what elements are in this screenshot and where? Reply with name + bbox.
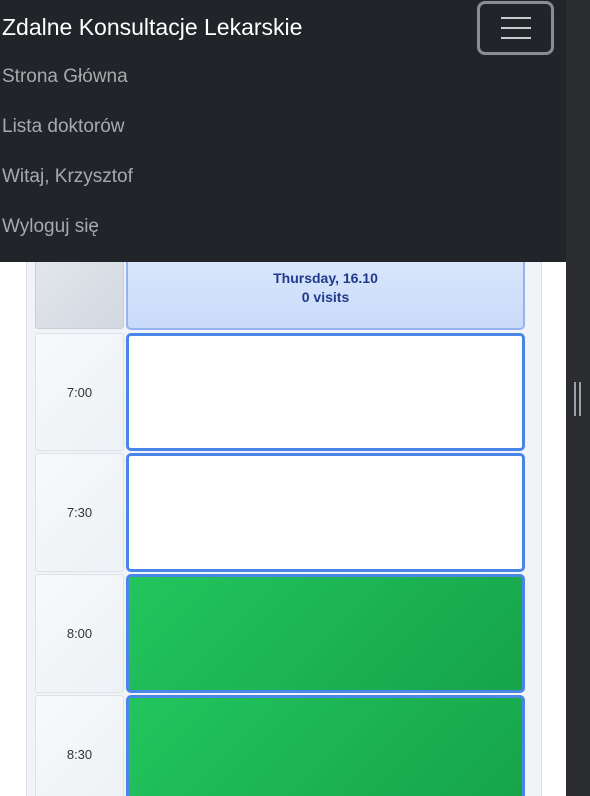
time-label-text: 7:00	[66, 384, 93, 400]
navbar-toggler-button[interactable]	[477, 1, 554, 55]
time-label-text: 8:30	[66, 747, 93, 762]
nav-item-doctors[interactable]: Lista doktorów	[2, 116, 125, 138]
time-label: 7:30	[35, 453, 124, 572]
slot-taken[interactable]	[126, 574, 525, 693]
time-label: 7:00	[35, 333, 124, 451]
time-slot-row: 8:00	[35, 574, 529, 693]
time-label: 8:30	[35, 695, 124, 796]
time-label-text: 8:00	[66, 626, 93, 641]
schedule-calendar: Thursday, 16.10 0 visits 7:00 7:30 8:00	[26, 240, 542, 796]
slot-free[interactable]	[126, 333, 525, 451]
time-label-text: 7:30	[66, 505, 93, 520]
day-visit-count: 0 visits	[301, 289, 350, 305]
nav-item-home[interactable]: Strona Główna	[2, 66, 128, 88]
navbar-brand[interactable]: Zdalne Konsultacje Lekarskie	[2, 14, 302, 41]
hamburger-icon	[501, 37, 531, 39]
time-label: 8:00	[35, 574, 124, 693]
time-slot-row: 8:30	[35, 695, 529, 796]
nav-item-logout[interactable]: Wyloguj się	[2, 216, 99, 238]
time-slot-row: 7:00	[35, 333, 529, 451]
navbar: Zdalne Konsultacje Lekarskie Strona Głów…	[0, 0, 566, 262]
hamburger-icon	[501, 17, 531, 19]
hamburger-icon	[501, 27, 531, 29]
time-slot-row: 7:30	[35, 453, 529, 572]
slot-taken[interactable]	[126, 695, 525, 796]
slot-free[interactable]	[126, 453, 525, 572]
day-title: Thursday, 16.10	[273, 270, 378, 286]
resize-handle-icon[interactable]	[573, 382, 583, 416]
nav-item-user-greeting[interactable]: Witaj, Krzysztof	[2, 166, 133, 188]
page: Thursday, 16.10 0 visits 7:00 7:30 8:00	[0, 0, 590, 796]
